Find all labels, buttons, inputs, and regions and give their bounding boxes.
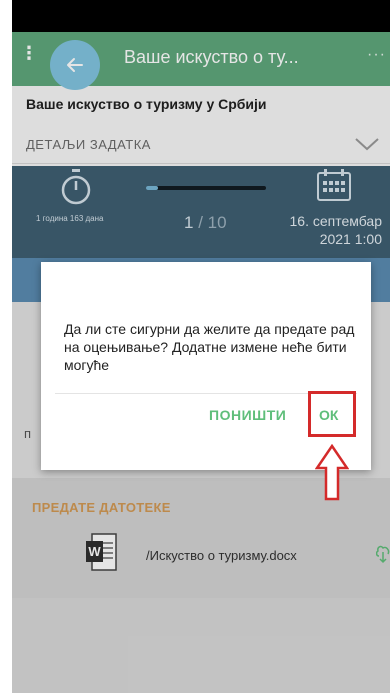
phone-screen: ⋮ Ваше искуство о ту... ··· Ваше искуств… — [12, 0, 390, 693]
ok-highlight-box — [308, 391, 356, 437]
arrow-up-icon — [315, 444, 349, 501]
confirm-submit-dialog: Да ли сте сигурни да желите да предате р… — [41, 262, 371, 470]
status-bar — [12, 0, 390, 32]
cancel-button[interactable]: ПОНИШТИ — [209, 404, 286, 426]
dialog-message: Да ли сте сигурни да желите да предате р… — [64, 321, 355, 373]
